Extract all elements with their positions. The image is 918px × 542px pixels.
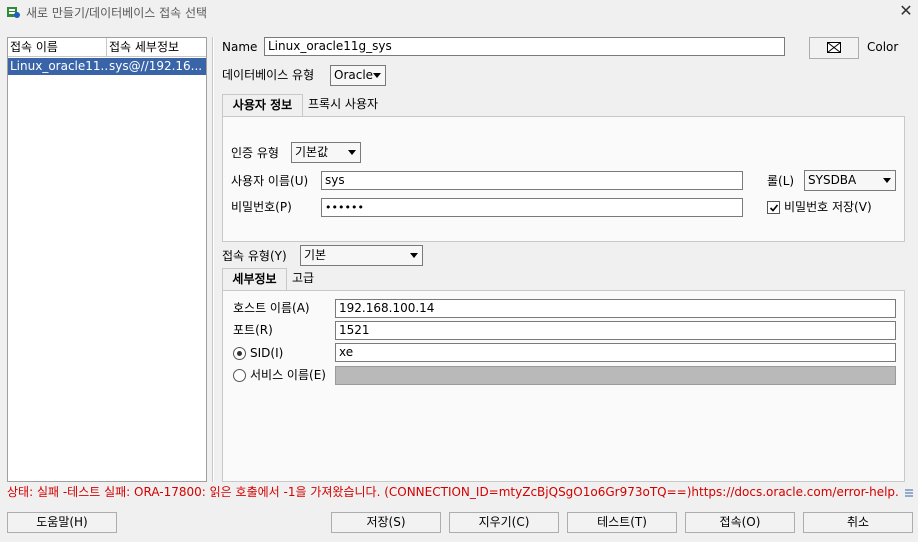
host-label: 호스트 이름(A): [233, 301, 310, 315]
close-icon[interactable]: ✕: [896, 1, 916, 21]
tab-advanced[interactable]: 고급: [292, 268, 314, 290]
sid-input[interactable]: xe: [335, 343, 896, 362]
db-type-select[interactable]: Oracle: [330, 65, 386, 86]
details-icon[interactable]: [904, 487, 914, 497]
conn-type-value: 기본: [304, 248, 327, 262]
tab-user-info[interactable]: 사용자 정보: [222, 94, 303, 116]
service-name-label: 서비스 이름(E): [250, 368, 326, 382]
test-button[interactable]: 테스트(T): [567, 512, 677, 533]
chevron-down-icon: [883, 178, 891, 183]
panel-splitter[interactable]: [212, 37, 214, 482]
title-bar: 새로 만들기/데이터베이스 접속 선택 ✕: [0, 0, 918, 24]
cancel-button[interactable]: 취소: [803, 512, 913, 533]
details-panel: [222, 290, 905, 482]
db-type-label: 데이터베이스 유형: [222, 68, 315, 82]
username-label: 사용자 이름(U): [231, 174, 309, 188]
connection-list[interactable]: 접속 이름 접속 세부정보 Linux_oracle11... sys@//19…: [7, 37, 207, 482]
name-label: Name: [222, 40, 258, 54]
name-input[interactable]: Linux_oracle11g_sys: [264, 37, 785, 56]
sid-radio[interactable]: [233, 347, 246, 360]
conn-type-select[interactable]: 기본: [300, 245, 423, 266]
conn-type-label: 접속 유형(Y): [222, 249, 287, 263]
list-header: 접속 이름 접속 세부정보: [8, 38, 206, 57]
chevron-down-icon: [348, 150, 356, 155]
app-icon: [7, 7, 20, 18]
auth-type-value: 기본값: [295, 145, 329, 159]
username-input[interactable]: sys: [321, 171, 743, 190]
save-password-label: 비밀번호 저장(V): [784, 200, 872, 214]
list-item[interactable]: Linux_oracle11... sys@//192.16...: [8, 58, 206, 75]
chevron-down-icon: [373, 73, 381, 78]
save-button[interactable]: 저장(S): [331, 512, 441, 533]
port-input[interactable]: 1521: [335, 321, 896, 340]
clear-button[interactable]: 지우기(C): [449, 512, 559, 533]
host-input[interactable]: 192.168.100.14: [335, 299, 896, 318]
service-name-radio[interactable]: [233, 369, 246, 382]
connection-details: sys@//192.16...: [109, 59, 203, 73]
save-password-checkbox[interactable]: [767, 201, 780, 214]
auth-type-select[interactable]: 기본값: [291, 142, 361, 163]
connection-name: Linux_oracle11...: [10, 59, 107, 73]
help-button[interactable]: 도움말(H): [7, 512, 117, 533]
connect-button[interactable]: 접속(O): [685, 512, 795, 533]
password-label: 비밀번호(P): [231, 200, 292, 214]
sid-label: SID(I): [250, 346, 284, 360]
column-header-details[interactable]: 접속 세부정보: [107, 38, 206, 56]
color-swatch-icon: [827, 42, 841, 53]
column-header-name[interactable]: 접속 이름: [8, 38, 107, 56]
status-message: 상태: 실패 -테스트 실패: ORA-17800: 읽은 호출에서 -1을 가…: [7, 485, 899, 499]
service-name-input: [335, 366, 896, 385]
role-label: 롤(L): [767, 174, 795, 188]
tab-details[interactable]: 세부정보: [222, 268, 287, 290]
color-button[interactable]: [809, 37, 859, 59]
color-label: Color: [867, 40, 899, 54]
tab-proxy-user[interactable]: 프록시 사용자: [308, 94, 378, 116]
db-type-value: Oracle: [334, 68, 374, 82]
window-title: 새로 만들기/데이터베이스 접속 선택: [26, 6, 208, 20]
port-label: 포트(R): [233, 323, 273, 337]
role-select[interactable]: SYSDBA: [804, 170, 896, 191]
chevron-down-icon: [410, 253, 418, 258]
password-input[interactable]: ••••••: [321, 198, 743, 217]
auth-type-label: 인증 유형: [231, 146, 279, 160]
role-value: SYSDBA: [808, 173, 857, 187]
check-icon: [769, 204, 779, 212]
